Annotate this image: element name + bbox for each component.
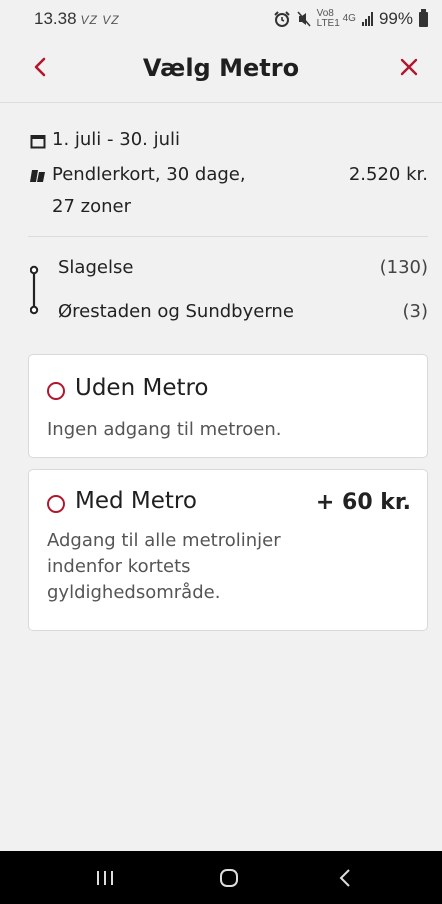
option-title: Med Metro	[75, 488, 197, 514]
option-description-line: indenfor kortets	[47, 556, 191, 577]
system-nav-bar	[0, 851, 442, 904]
mute-icon	[297, 11, 311, 27]
alarm-icon	[273, 11, 290, 27]
header-divider	[0, 102, 442, 103]
option-title: Uden Metro	[75, 375, 209, 401]
ticket-icon	[30, 170, 45, 182]
status-bar: 13.38 VZ VZ Vo8 LTE1 4G 99%	[0, 0, 442, 38]
route-from-zone: (130)	[379, 257, 428, 278]
status-time: 13.38 VZ VZ	[34, 9, 120, 28]
option-price: + 60 kr.	[315, 490, 411, 515]
carrier-label: VZ VZ	[80, 13, 120, 27]
option-card-med-metro[interactable]: Med Metro + 60 kr. Adgang til alle metro…	[28, 469, 428, 631]
calendar-icon	[30, 135, 46, 149]
option-description: Ingen adgang til metroen.	[47, 419, 282, 440]
home-icon[interactable]	[199, 851, 259, 904]
route-to: Ørestaden og Sundbyerne	[58, 301, 294, 322]
option-description-line: gyldighedsområde.	[47, 582, 221, 603]
header: Vælg Metro	[0, 38, 442, 102]
summary-divider	[28, 236, 428, 237]
route-line-icon	[30, 265, 39, 315]
lte-label: Vo8 LTE1	[316, 8, 340, 29]
ticket-price: 2.520 kr.	[348, 164, 428, 185]
ticket-type-line2: 27 zoner	[52, 196, 131, 217]
recent-apps-icon[interactable]	[76, 851, 136, 904]
route-to-zone: (3)	[402, 301, 429, 322]
page-title: Vælg Metro	[142, 54, 300, 82]
option-description-line: Adgang til alle metrolinjer	[47, 530, 281, 551]
status-icons: Vo8 LTE1 4G 99%	[273, 8, 428, 29]
network-label: 4G	[342, 13, 356, 24]
period-text: 1. juli - 30. juli	[52, 129, 181, 150]
radio-med-metro[interactable]	[47, 495, 65, 513]
option-card-uden-metro[interactable]: Uden Metro Ingen adgang til metroen.	[28, 354, 428, 458]
battery-percent: 99%	[378, 9, 413, 28]
route-from: Slagelse	[58, 257, 134, 278]
radio-uden-metro[interactable]	[47, 382, 65, 400]
ticket-type-line1: Pendlerkort, 30 dage,	[52, 164, 246, 185]
back-nav-icon[interactable]	[316, 851, 376, 904]
signal-icon	[361, 12, 373, 26]
close-icon[interactable]	[394, 52, 424, 82]
battery-icon	[419, 8, 428, 27]
